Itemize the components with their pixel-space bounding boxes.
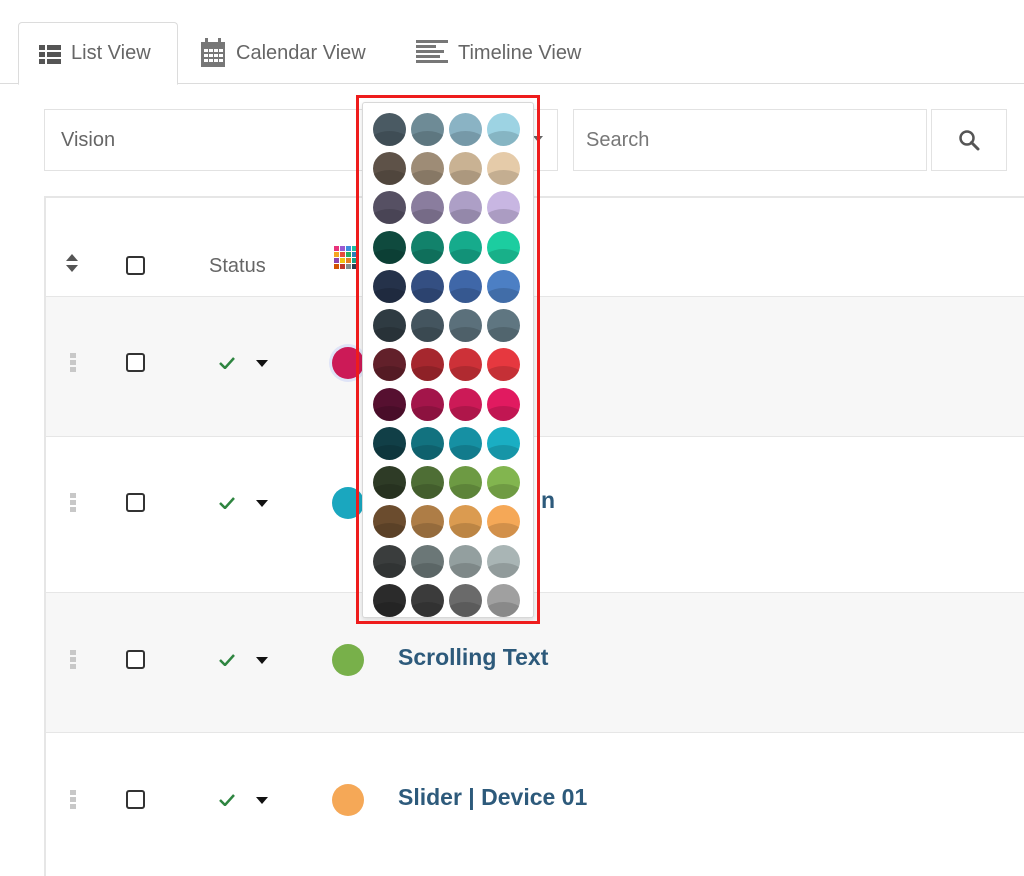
- sort-icon[interactable]: [66, 254, 78, 272]
- color-grid-icon: [334, 246, 357, 269]
- status-column-header: Status: [209, 255, 266, 277]
- tab-calendar-view[interactable]: Calendar View: [200, 22, 366, 84]
- filter-value: Vision: [61, 128, 116, 151]
- drag-handle[interactable]: [70, 353, 78, 373]
- drag-handle[interactable]: [70, 790, 78, 810]
- row-title[interactable]: Slider | Device 01: [398, 784, 587, 811]
- row-checkbox[interactable]: [126, 650, 145, 669]
- row-checkbox[interactable]: [126, 353, 145, 372]
- tab-timeline-view[interactable]: Timeline View: [416, 22, 581, 84]
- status-dropdown-caret[interactable]: [256, 500, 268, 507]
- check-icon: [219, 357, 235, 369]
- table-row: Slider | Device 01: [46, 732, 1024, 872]
- row-title[interactable]: n: [541, 487, 555, 514]
- status-dropdown-caret[interactable]: [256, 797, 268, 804]
- check-icon: [219, 794, 235, 806]
- highlight-frame: [356, 95, 540, 624]
- status-dropdown-caret[interactable]: [256, 657, 268, 664]
- check-icon: [219, 654, 235, 666]
- check-icon: [219, 497, 235, 509]
- tab-label: Timeline View: [458, 41, 582, 64]
- calendar-icon: [201, 38, 225, 67]
- search-icon: [959, 130, 980, 151]
- status-dropdown-caret[interactable]: [256, 360, 268, 367]
- row-checkbox[interactable]: [126, 493, 145, 512]
- search-input[interactable]: [573, 109, 927, 171]
- tab-list-view[interactable]: List View: [18, 22, 178, 85]
- drag-handle[interactable]: [70, 493, 78, 513]
- view-tabs: List View Calendar View Timeline View: [0, 0, 1024, 85]
- search-button[interactable]: [931, 109, 1007, 171]
- drag-handle[interactable]: [70, 650, 78, 670]
- tab-label: Calendar View: [236, 41, 366, 64]
- list-icon: [39, 44, 61, 64]
- row-title[interactable]: Scrolling Text: [398, 644, 548, 671]
- select-all-checkbox[interactable]: [126, 256, 145, 275]
- tab-label: List View: [71, 42, 151, 64]
- row-color-dot[interactable]: [332, 644, 364, 676]
- row-color-dot[interactable]: [332, 784, 364, 816]
- timeline-icon: [416, 40, 448, 63]
- row-checkbox[interactable]: [126, 790, 145, 809]
